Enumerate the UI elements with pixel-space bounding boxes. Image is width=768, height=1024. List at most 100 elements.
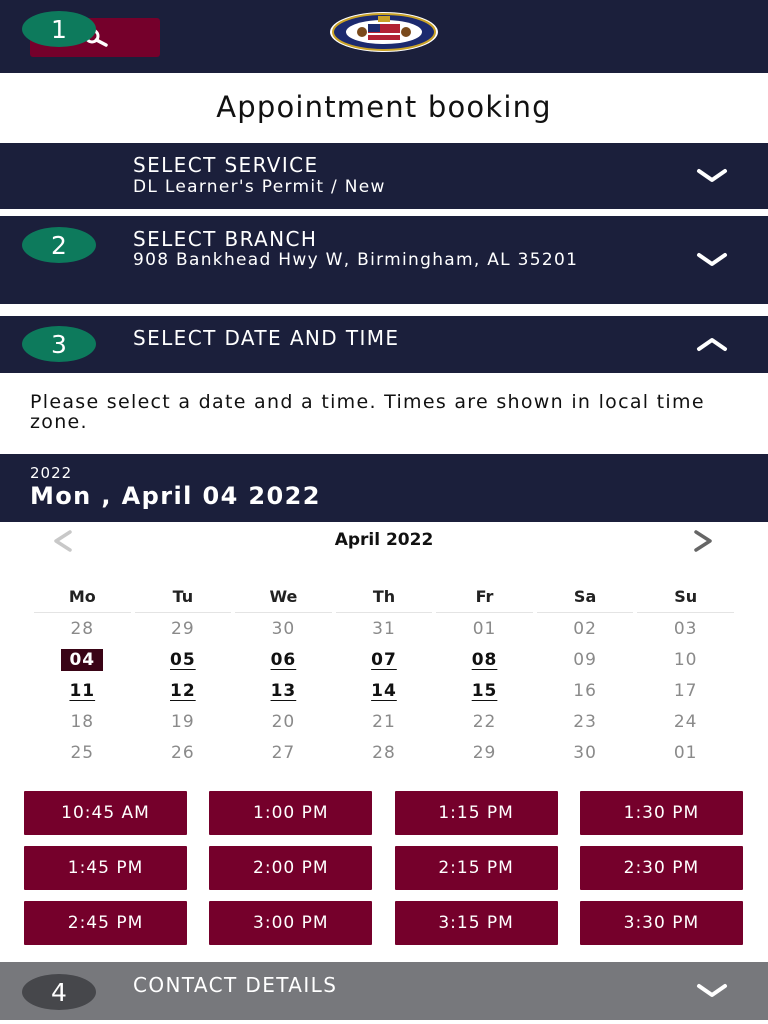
calendar-day-label: 15 — [471, 680, 498, 701]
calendar-day: 30 — [233, 613, 334, 644]
top-bar — [0, 0, 768, 73]
time-slot-button[interactable]: 2:00 PM — [209, 846, 373, 890]
calendar-day-label: 18 — [70, 711, 95, 732]
time-slot-grid: 10:45 AM 1:00 PM 1:15 PM 1:30 PM 1:45 PM 2:00… — [24, 791, 744, 945]
chevron-down-icon[interactable] — [696, 252, 728, 268]
step-select-date-time[interactable]: 3 SELECT DATE AND TIME — [0, 316, 768, 373]
step-selected-value: DL Learner's Permit / New — [133, 177, 386, 197]
step-select-branch[interactable]: 2 SELECT BRANCH 908 Bankhead Hwy W, Birm… — [0, 216, 768, 304]
calendar-day-label: 14 — [371, 680, 397, 701]
next-month-button[interactable] — [692, 528, 716, 556]
chevron-down-icon[interactable] — [696, 168, 728, 184]
calendar-day[interactable]: 11 — [32, 675, 133, 706]
calendar-day-label: 09 — [573, 649, 597, 670]
date-time-instructions: Please select a date and a time. Times a… — [30, 391, 705, 433]
weekday-header: Tu — [134, 580, 232, 613]
time-slot-button[interactable]: 3:15 PM — [394, 901, 558, 945]
chevron-up-icon[interactable] — [696, 336, 728, 352]
calendar-day: 10 — [635, 644, 736, 675]
previous-month-button[interactable] — [50, 528, 74, 556]
calendar-day[interactable]: 12 — [133, 675, 234, 706]
calendar-day-label: 17 — [673, 680, 698, 701]
calendar-day-label: 04 — [61, 648, 104, 671]
chevron-down-icon[interactable] — [696, 983, 728, 999]
calendar-day: 29 — [434, 737, 535, 768]
step-number-badge: 3 — [22, 326, 96, 362]
calendar-day: 25 — [32, 737, 133, 768]
calendar-day: 29 — [133, 613, 234, 644]
calendar-day-label: 01 — [673, 742, 698, 763]
calendar-day[interactable]: 07 — [334, 644, 435, 675]
calendar-day: 02 — [535, 613, 636, 644]
calendar-day-label: 12 — [170, 680, 196, 701]
time-slot-button[interactable]: 1:15 PM — [394, 791, 558, 835]
calendar-day: 26 — [133, 737, 234, 768]
time-slot-button[interactable]: 1:30 PM — [579, 791, 743, 835]
chevron-left-icon — [54, 530, 72, 552]
calendar-day-label: 13 — [270, 680, 297, 701]
calendar-day: 20 — [233, 706, 334, 737]
selected-year: 2022 — [30, 464, 73, 482]
step-contact-details[interactable]: 4 CONTACT DETAILS — [0, 962, 768, 1020]
time-slot-button[interactable]: 3:00 PM — [209, 901, 373, 945]
calendar-day: 24 — [635, 706, 736, 737]
calendar-day-selected[interactable]: 04 — [32, 644, 133, 675]
calendar-day[interactable]: 13 — [233, 675, 334, 706]
calendar-day-label: 26 — [171, 742, 195, 763]
calendar-day-label: 22 — [472, 711, 497, 732]
calendar-day-label: 08 — [471, 649, 498, 670]
calendar-day-label: 21 — [372, 711, 396, 732]
calendar-month-title: April 2022 — [334, 530, 434, 550]
step-select-service[interactable]: 1 SELECT SERVICE DL Learner's Permit / N… — [0, 11, 768, 209]
calendar-day: 16 — [535, 675, 636, 706]
calendar-day-label: 27 — [271, 742, 296, 763]
calendar-day[interactable]: 14 — [334, 675, 435, 706]
calendar-day: 01 — [635, 737, 736, 768]
time-slot-button[interactable]: 1:45 PM — [24, 846, 187, 890]
weekday-header: Su — [637, 580, 734, 613]
state-seal-logo[interactable] — [328, 10, 440, 54]
calendar-day: 17 — [635, 675, 736, 706]
selected-date: Mon , April 04 2022 — [30, 482, 321, 510]
time-slot-button[interactable]: 10:45 AM — [24, 791, 187, 835]
time-slot-button[interactable]: 2:30 PM — [579, 846, 743, 890]
calendar-day: 27 — [233, 737, 334, 768]
calendar-day: 23 — [535, 706, 636, 737]
step-number-badge: 2 — [22, 227, 96, 263]
calendar-day: 30 — [535, 737, 636, 768]
weekday-header: Sa — [536, 580, 634, 613]
calendar-day-label: 29 — [472, 742, 497, 763]
selected-date-banner: 2022 Mon , April 04 2022 — [0, 454, 768, 522]
calendar-day-label: 30 — [271, 618, 296, 639]
calendar-day[interactable]: 06 — [233, 644, 334, 675]
calendar-day-label: 01 — [472, 618, 497, 639]
calendar-day-label: 03 — [673, 618, 698, 639]
calendar-day-label: 16 — [573, 680, 597, 701]
step-title: SELECT SERVICE — [133, 153, 319, 177]
step-number-badge: 4 — [22, 974, 96, 1010]
calendar-day-label: 02 — [573, 618, 597, 639]
time-slot-button[interactable]: 2:15 PM — [394, 846, 558, 890]
calendar-day[interactable]: 05 — [133, 644, 234, 675]
calendar-day[interactable]: 15 — [434, 675, 535, 706]
calendar-day: 28 — [334, 737, 435, 768]
chevron-right-icon — [694, 530, 712, 552]
time-slot-button[interactable]: 1:00 PM — [209, 791, 373, 835]
weekday-header: We — [235, 580, 332, 613]
calendar-day[interactable]: 08 — [434, 644, 535, 675]
calendar-day-label: 25 — [70, 742, 95, 763]
calendar-day: 03 — [635, 613, 736, 644]
calendar-day-label: 23 — [573, 711, 597, 732]
calendar-day: 31 — [334, 613, 435, 644]
calendar-day: 01 — [434, 613, 535, 644]
time-slot-button[interactable]: 2:45 PM — [24, 901, 187, 945]
calendar-day: 09 — [535, 644, 636, 675]
weekday-header: Mo — [34, 580, 131, 613]
calendar-day-label: 07 — [371, 649, 397, 670]
calendar-day-label: 28 — [372, 742, 396, 763]
calendar-day-label: 05 — [170, 649, 196, 670]
calendar-day-label: 19 — [171, 711, 195, 732]
step-title: SELECT DATE AND TIME — [133, 326, 400, 350]
time-slot-button[interactable]: 3:30 PM — [579, 901, 743, 945]
weekday-header: Fr — [436, 580, 533, 613]
